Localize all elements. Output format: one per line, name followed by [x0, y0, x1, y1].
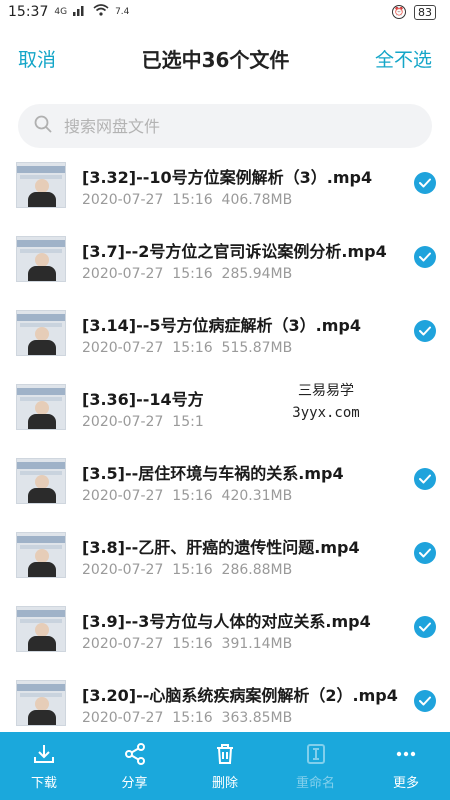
- download-icon: [34, 744, 54, 763]
- video-thumbnail: [16, 606, 66, 652]
- download-label: 下载: [30, 775, 57, 791]
- page-title: 已选中36个文件: [141, 47, 290, 72]
- video-thumbnail: [16, 680, 66, 726]
- selection-header: 取消 已选中36个文件 全不选: [0, 30, 450, 86]
- share-label: 分享: [121, 775, 148, 791]
- network-speed: 7.4: [115, 6, 130, 17]
- file-time: 15:16: [172, 266, 213, 282]
- status-right: ⏰ 83: [392, 4, 436, 20]
- file-time: 15:16: [172, 636, 213, 652]
- share-icon: [124, 742, 145, 765]
- file-time: 15:1: [172, 414, 204, 430]
- file-time: 15:16: [172, 562, 213, 578]
- file-name: [3.7]--2号方位之官司诉讼案例分析.mp4: [82, 242, 387, 261]
- deselect-all-button[interactable]: 全不选: [375, 45, 432, 72]
- file-row[interactable]: [3.14]--5号方位病症解析（3）.mp4 2020-07-27 15:16…: [0, 298, 450, 372]
- wifi-icon: [93, 4, 109, 20]
- video-thumbnail: [16, 384, 66, 430]
- cancel-button[interactable]: 取消: [18, 45, 56, 72]
- search-input[interactable]: [62, 115, 406, 137]
- watermark-line1: 三易易学: [298, 383, 354, 399]
- file-size: 286.88MB: [221, 562, 293, 578]
- file-row[interactable]: [3.36]--14号方 2020-07-27 15:1: [0, 372, 450, 446]
- status-time: 15:37: [8, 4, 49, 20]
- file-meta: 2020-07-27 15:16 515.87MB: [82, 340, 292, 356]
- file-row[interactable]: [3.20]--心脑系统疾病案例解析（2）.mp4 2020-07-27 15:…: [0, 668, 450, 742]
- delete-label: 删除: [211, 775, 238, 791]
- rename-icon: [306, 743, 325, 764]
- video-thumbnail: [16, 458, 66, 504]
- more-label: 更多: [392, 775, 419, 791]
- video-thumbnail: [16, 532, 66, 578]
- rename-label: 重命名: [295, 775, 335, 791]
- checkbox-checked-icon[interactable]: [414, 246, 436, 268]
- signal-icon: [73, 4, 87, 20]
- file-meta: 2020-07-27 15:16 420.31MB: [82, 488, 292, 504]
- checkbox-checked-icon[interactable]: [414, 690, 436, 712]
- video-thumbnail: [16, 310, 66, 356]
- file-row[interactable]: [3.5]--居住环境与车祸的关系.mp4 2020-07-27 15:16 4…: [0, 446, 450, 520]
- file-row[interactable]: [3.32]--10号方位案例解析（3）.mp4 2020-07-27 15:1…: [0, 150, 450, 224]
- file-date: 2020-07-27: [82, 488, 164, 504]
- video-thumbnail: [16, 236, 66, 282]
- rename-button[interactable]: 重命名: [278, 742, 354, 791]
- watermark: 三易易学 3yyx.com: [280, 378, 372, 428]
- file-row[interactable]: [3.9]--3号方位与人体的对应关系.mp4 2020-07-27 15:16…: [0, 594, 450, 668]
- search-bar[interactable]: [18, 104, 432, 148]
- file-date: 2020-07-27: [82, 266, 164, 282]
- file-size: 363.85MB: [221, 710, 293, 726]
- file-size: 406.78MB: [221, 192, 293, 208]
- file-time: 15:16: [172, 710, 213, 726]
- file-meta: 2020-07-27 15:16 286.88MB: [82, 562, 292, 578]
- file-name: [3.14]--5号方位病症解析（3）.mp4: [82, 316, 361, 335]
- file-name: [3.9]--3号方位与人体的对应关系.mp4: [82, 612, 371, 631]
- file-meta: 2020-07-27 15:16 363.85MB: [82, 710, 292, 726]
- file-date: 2020-07-27: [82, 340, 164, 356]
- file-row[interactable]: [3.7]--2号方位之官司诉讼案例分析.mp4 2020-07-27 15:1…: [0, 224, 450, 298]
- file-name: [3.32]--10号方位案例解析（3）.mp4: [82, 168, 373, 187]
- file-time: 15:16: [172, 192, 213, 208]
- file-meta: 2020-07-27 15:1: [82, 414, 213, 430]
- download-button[interactable]: 下载: [6, 742, 82, 791]
- file-meta: 2020-07-27 15:16 285.94MB: [82, 266, 292, 282]
- battery-indicator: 83: [414, 4, 436, 20]
- file-time: 15:16: [172, 488, 213, 504]
- checkbox-checked-icon[interactable]: [414, 468, 436, 490]
- file-size: 515.87MB: [221, 340, 293, 356]
- trash-icon: [217, 743, 233, 764]
- search-icon: [34, 115, 52, 137]
- file-time: 15:16: [172, 340, 213, 356]
- file-date: 2020-07-27: [82, 192, 164, 208]
- checkbox-checked-icon[interactable]: [414, 542, 436, 564]
- status-bar: 15:37 4G 7.4 ⏰ 83: [0, 0, 450, 24]
- file-meta: 2020-07-27 15:16 391.14MB: [82, 636, 292, 652]
- share-button[interactable]: 分享: [97, 742, 173, 791]
- file-date: 2020-07-27: [82, 414, 164, 430]
- file-date: 2020-07-27: [82, 562, 164, 578]
- file-row[interactable]: [3.8]--乙肝、肝癌的遗传性问题.mp4 2020-07-27 15:16 …: [0, 520, 450, 594]
- checkbox-checked-icon[interactable]: [414, 172, 436, 194]
- alarm-icon: ⏰: [392, 5, 406, 19]
- file-date: 2020-07-27: [82, 636, 164, 652]
- file-name: [3.20]--心脑系统疾病案例解析（2）.mp4: [82, 686, 398, 705]
- video-thumbnail: [16, 162, 66, 208]
- action-toolbar: 下载 分享 删除 重命名 更多: [0, 732, 450, 800]
- more-button[interactable]: 更多: [368, 742, 444, 791]
- file-size: 420.31MB: [221, 488, 293, 504]
- checkbox-checked-icon[interactable]: [414, 616, 436, 638]
- file-size: 285.94MB: [221, 266, 293, 282]
- delete-button[interactable]: 删除: [187, 742, 263, 791]
- file-size: 391.14MB: [221, 636, 293, 652]
- more-icon: [396, 751, 416, 756]
- file-name: [3.8]--乙肝、肝癌的遗传性问题.mp4: [82, 538, 360, 557]
- status-left: 15:37 4G 7.4: [8, 4, 129, 20]
- file-name: [3.5]--居住环境与车祸的关系.mp4: [82, 464, 344, 483]
- checkbox-checked-icon[interactable]: [414, 320, 436, 342]
- file-date: 2020-07-27: [82, 710, 164, 726]
- network-type: 4G: [54, 6, 68, 17]
- file-meta: 2020-07-27 15:16 406.78MB: [82, 192, 292, 208]
- watermark-line2: 3yyx.com: [292, 405, 360, 421]
